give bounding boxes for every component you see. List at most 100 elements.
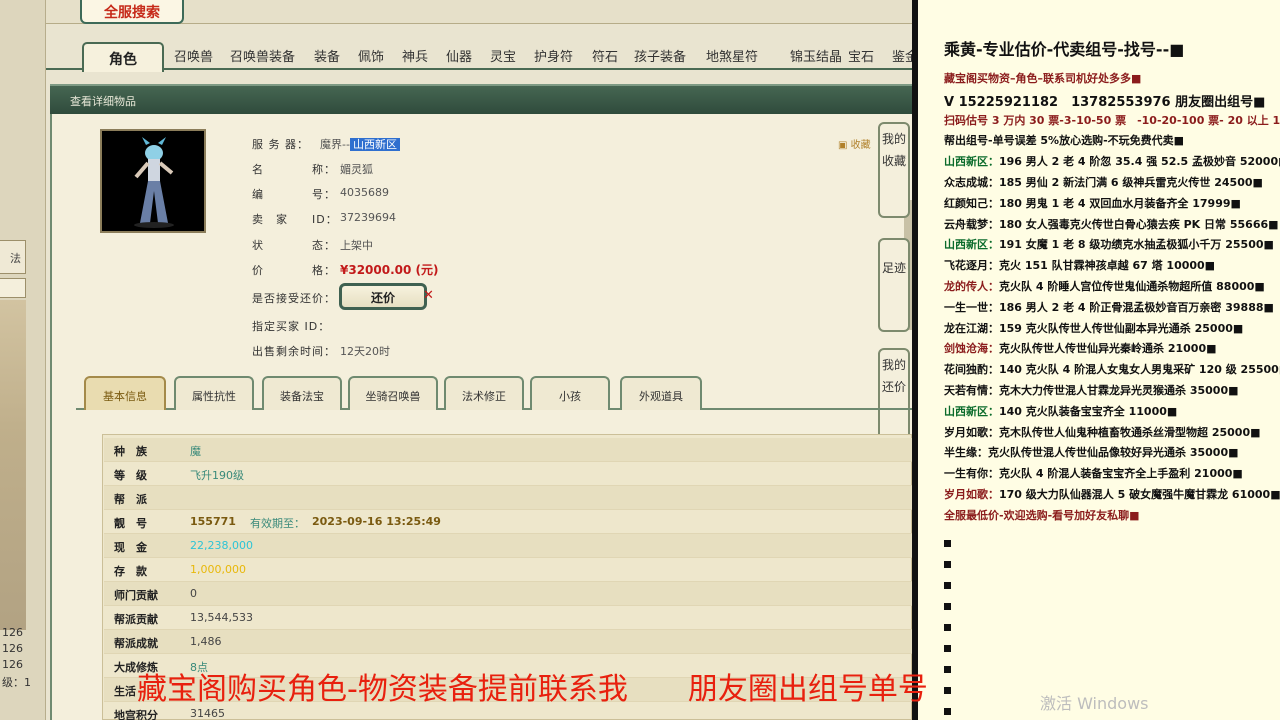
side-tab-footprints[interactable]: 足迹 [878,238,910,332]
row-value: 1,486 [190,635,222,648]
status-label: 状 [252,239,264,252]
collect-link[interactable]: ▣ 收藏 [838,136,871,151]
listing-description: 克火 151 队甘霖神孩卓越 67 塔 10000■ [999,259,1216,273]
listing-line: 云舟载梦：180 女人强毒克火传世白骨心猿去疾 PK 日常 55666■ [944,216,1279,232]
listing-description: 帮出组号-单号误差 5%放心选购-不玩免费代卖■ [944,134,1185,148]
row-label: 存 款 [114,565,147,578]
tab-characters[interactable]: 角色 [82,42,164,72]
section-title: 查看详细物品 [70,95,136,108]
row-label: 帮 派 [114,493,147,506]
row-value: 22,238,000 [190,539,253,552]
listing-line: 扫码估号 3 万内 30 票-3-10-50 票 -10-20-100 票- 2… [944,112,1280,128]
server-highlight: 山西新区 [349,138,400,151]
listing-line: 岁月如歌：克木队传世人仙鬼种植畜牧通杀丝滑型物超 25000■ [944,424,1261,440]
remaining-time-value: 12天20时 [340,345,390,358]
listing-line: 众志成城：185 男仙 2 新法门满 6 级神兵雷克火传世 24500■ [944,174,1263,190]
subtab-basic-info[interactable]: 基本信息 [84,376,166,410]
listing-account-name: 天若有情： [944,384,999,397]
listing-description: 185 男仙 2 新法门满 6 级神兵雷克火传世 24500■ [999,176,1263,189]
counter-offer-label: 是否接受还价： [252,292,336,305]
listing-description: 藏宝阁买物资–角色–联系司机好处多多■ [944,72,1142,85]
code-label-suffix: 号： [312,188,336,201]
listing-line: 天若有情：克木大力传世混人甘霖龙异光灵猴通杀 35000■ [944,382,1239,398]
listing-account-name: 一生有你： [944,467,999,481]
listing-line: 红颜知己：180 男鬼 1 老 4 双回血水月装备齐全 17999■ [944,195,1241,211]
row-value: 飞升190级 [190,469,244,482]
row-label: 帮派成就 [114,637,158,650]
listing-description: 159 克火队传世人传世仙副本异光通杀 25000■ [999,321,1244,335]
listing-description: 克木大力传世混人甘霖龙异光灵猴通杀 35000■ [999,384,1239,397]
seller-label-suffix: ID： [312,213,338,226]
listing-line: 山西新区：140 克火队装备宝宝齐全 11000■ [944,403,1177,419]
row-label: 帮派贡献 [114,613,158,626]
listing-description: 180 女人强毒克火传世白骨心猿去疾 PK 日常 55666■ [999,217,1279,231]
subtab-spell-corrections[interactable]: 法术修正 [444,376,524,410]
tab-spirit-treasures[interactable]: 灵宝 [490,46,516,65]
bullet-mark [944,623,951,631]
name-label-suffix: 称： [312,163,336,176]
subtab-children[interactable]: 小孩 [530,376,610,410]
listing-account-name: 剑蚀沧海： [944,342,999,356]
row-extra-label: 有效期至： [250,517,305,530]
row-value: 13,544,533 [190,611,253,624]
name-value: 媚灵狐 [340,163,373,176]
main-tab-bar: 召唤兽 召唤兽装备 装备 佩饰 神兵 仙器 灵宝 护身符 符石 孩子装备 地煞星… [46,38,912,70]
listing-line: 一生一世：186 男人 2 老 4 阶正骨混孟极妙音百万亲密 39888■ [944,299,1274,315]
left-side-tab[interactable]: 法 [0,240,26,274]
listing-account-name: 众志成城： [944,176,999,189]
tab-immortal-gear[interactable]: 仙器 [446,46,472,65]
listing-line: 山西新区：191 女魔 1 老 8 级功绩克水抽孟极狐小千万 25500■ [944,236,1274,252]
table-row: 帮派贡献 13,544,533 [104,606,912,630]
listing-description: 180 男鬼 1 老 4 双回血水月装备齐全 17999■ [999,196,1241,210]
code-label: 编 [252,188,264,201]
listing-account-name: 龙在江湖： [944,321,999,335]
tab-pets[interactable]: 召唤兽 [174,46,213,65]
listing-line: V 15225921182 13782553976 朋友圈出组号■ [944,91,1265,110]
listing-description: 140 克火队 4 阶混人女鬼女人男鬼采矿 120 级 25500■ [999,363,1280,377]
tab-gems[interactable]: 宝石 [848,46,874,65]
price-label-suffix: 格： [312,264,336,277]
listing-description: 140 克火队装备宝宝齐全 11000■ [999,404,1178,418]
tab-star-runes[interactable]: 地煞星符 [706,46,758,65]
server-prefix: 魔界-- [320,138,350,151]
close-icon[interactable]: ✕ [423,288,434,303]
subtab-attributes[interactable]: 属性抗性 [174,376,254,410]
tab-equipment[interactable]: 装备 [314,46,340,65]
watermark-logo [1218,4,1274,18]
left-side-number: 126 [2,642,23,655]
tab-jade-crystals[interactable]: 锦玉结晶 [790,46,842,65]
name-label: 名 [252,163,264,176]
listing-account-name: 山西新区： [944,155,999,169]
price-value: ¥32000.00 (元) [340,261,439,278]
listing-line: 龙的传人：克火队 4 阶睡人宫位传世鬼仙通杀物超所值 88000■ [944,278,1265,294]
row-value: 1,000,000 [190,563,246,576]
screen: 法 126 126 126 级：1 全服搜索 召唤兽 召唤兽装备 装备 佩饰 神… [0,0,1280,720]
tab-amulets[interactable]: 护身符 [534,46,573,65]
listing-description: 扫码估号 3 万内 30 票-3-10-50 票 -10-20-100 票- 2… [944,113,1280,127]
subtab-mounts-pets[interactable]: 坐骑召唤兽 [348,376,438,410]
side-tab-my-favorites[interactable]: 我的收藏 [878,122,910,218]
bullet-mark [944,539,951,547]
listing-account-name: 山西新区： [944,238,999,252]
tab-rune-stones[interactable]: 符石 [592,46,618,65]
tab-child-equipment[interactable]: 孩子装备 [634,46,686,65]
game-window: 法 126 126 126 级：1 全服搜索 召唤兽 召唤兽装备 装备 佩饰 神… [0,0,912,720]
code-value: 4035689 [340,186,389,199]
listing-account-name: 岁月如歌： [944,488,999,501]
subtab-equipment-treasures[interactable]: 装备法宝 [262,376,342,410]
server-search-logo[interactable]: 全服搜索 [80,0,184,24]
tab-pet-equipment[interactable]: 召唤兽装备 [230,46,295,65]
listing-account-name: 山西新区： [944,404,999,418]
bullet-mark [944,686,951,694]
price-amount: ¥32000.00 (元) [340,263,439,277]
seller-label: 卖 家 [252,213,288,226]
counter-offer-button[interactable]: 还价 [339,283,427,310]
left-side-box [0,278,26,298]
tab-divine-weapons[interactable]: 神兵 [402,46,428,65]
subtab-appearance-items[interactable]: 外观道具 [620,376,702,410]
tab-accessories[interactable]: 佩饰 [358,46,384,65]
listing-account-name: 云舟载梦： [944,217,999,231]
row-value: 31465 [190,707,225,720]
tab-appraise[interactable]: 鉴金 [892,46,912,65]
row-label: 生活 [114,685,136,698]
